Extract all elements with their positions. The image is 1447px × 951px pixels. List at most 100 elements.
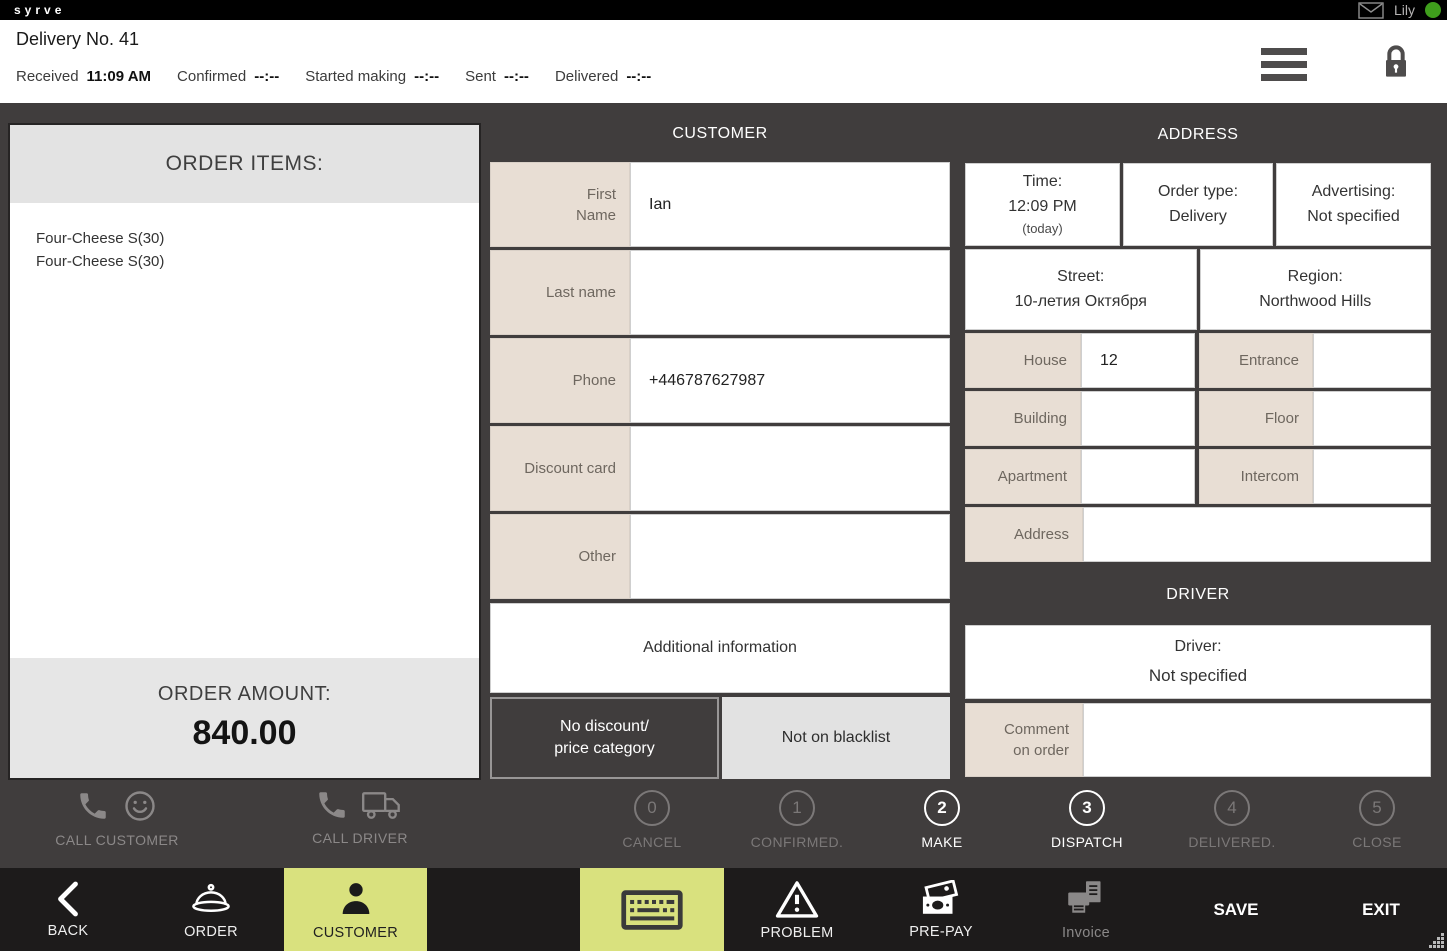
status-label: Received bbox=[16, 68, 79, 85]
problem-button[interactable]: PROBLEM bbox=[737, 868, 857, 951]
exit-label: EXIT bbox=[1362, 900, 1400, 920]
time-note: (today) bbox=[1022, 221, 1062, 236]
last-name-field[interactable] bbox=[630, 250, 950, 335]
step-delivered[interactable]: 4 DELIVERED. bbox=[1162, 790, 1302, 850]
comment-on-order-field[interactable] bbox=[1083, 703, 1431, 777]
cloche-icon bbox=[189, 880, 233, 918]
step-label: MAKE bbox=[921, 834, 962, 850]
street-label: Street: bbox=[1057, 268, 1104, 286]
floor-field[interactable] bbox=[1313, 391, 1431, 446]
last-name-label: Last name bbox=[490, 250, 630, 335]
current-user-label: Lily bbox=[1394, 2, 1415, 18]
order-type-cell[interactable]: Order type: Delivery bbox=[1123, 163, 1273, 246]
customer-panel: CUSTOMER First Name Ian Last name Phone … bbox=[490, 110, 950, 780]
apartment-label: Apartment bbox=[965, 449, 1081, 504]
address-field[interactable] bbox=[1083, 507, 1431, 562]
blacklist-status-button[interactable]: Not on blacklist bbox=[722, 697, 950, 779]
keyboard-button[interactable] bbox=[580, 868, 724, 951]
customer-label: CUSTOMER bbox=[313, 925, 398, 941]
smiley-icon bbox=[122, 788, 158, 824]
first-name-row: First Name Ian bbox=[490, 162, 950, 247]
status-time: --:-- bbox=[504, 68, 529, 85]
region-value: Northwood Hills bbox=[1259, 293, 1371, 311]
keyboard-icon bbox=[621, 889, 683, 931]
order-tab[interactable]: ORDER bbox=[156, 868, 266, 951]
order-item[interactable]: Four-Cheese S(30) bbox=[36, 250, 479, 273]
building-field[interactable] bbox=[1081, 391, 1195, 446]
step-label: CLOSE bbox=[1352, 834, 1401, 850]
online-status-indicator bbox=[1425, 2, 1441, 18]
driver-cell[interactable]: Driver: Not specified bbox=[965, 625, 1431, 699]
discount-category-button[interactable]: No discount/ price category bbox=[490, 697, 719, 779]
house-field[interactable]: 12 bbox=[1081, 333, 1195, 388]
driver-section-title: DRIVER bbox=[965, 562, 1431, 625]
discount-card-row: Discount card bbox=[490, 426, 950, 511]
lock-icon[interactable] bbox=[1380, 44, 1412, 80]
address-panel: ADDRESS Time: 12:09 PM (today) Order typ… bbox=[965, 110, 1431, 780]
resize-grip[interactable] bbox=[1429, 933, 1445, 949]
customer-section-title: CUSTOMER bbox=[490, 110, 950, 162]
entrance-field[interactable] bbox=[1313, 333, 1431, 388]
time-value: 12:09 PM bbox=[1008, 198, 1076, 216]
delivery-order-screen: { "topbar": { "logo": "syrve", "user": "… bbox=[0, 0, 1447, 951]
time-cell[interactable]: Time: 12:09 PM (today) bbox=[965, 163, 1120, 246]
save-button[interactable]: SAVE bbox=[1176, 868, 1296, 951]
mail-icon[interactable] bbox=[1358, 2, 1384, 19]
truck-icon bbox=[361, 788, 405, 822]
street-cell[interactable]: Street: 10-летия Октября bbox=[965, 249, 1197, 330]
step-number: 2 bbox=[924, 790, 960, 826]
step-cancel[interactable]: 0 CANCEL bbox=[582, 790, 722, 850]
order-items-title: ORDER ITEMS: bbox=[10, 125, 479, 203]
advertising-cell[interactable]: Advertising: Not specified bbox=[1276, 163, 1431, 246]
driver-label: Driver: bbox=[1174, 638, 1221, 656]
status-time: 11:09 AM bbox=[87, 68, 151, 85]
exit-button[interactable]: EXIT bbox=[1321, 868, 1441, 951]
intercom-label: Intercom bbox=[1199, 449, 1313, 504]
apartment-field[interactable] bbox=[1081, 449, 1195, 504]
step-make[interactable]: 2 MAKE bbox=[872, 790, 1012, 850]
prepay-button[interactable]: PRE-PAY bbox=[881, 868, 1001, 951]
driver-value: Not specified bbox=[1149, 666, 1247, 686]
step-close[interactable]: 5 CLOSE bbox=[1307, 790, 1447, 850]
other-label: Other bbox=[490, 514, 630, 599]
order-item[interactable]: Four-Cheese S(30) bbox=[36, 227, 479, 250]
call-driver-button[interactable]: CALL DRIVER bbox=[260, 788, 460, 846]
phone-field[interactable]: +446787627987 bbox=[630, 338, 950, 423]
order-amount-label: ORDER AMOUNT: bbox=[158, 683, 331, 706]
prepay-label: PRE-PAY bbox=[909, 924, 973, 940]
menu-icon[interactable] bbox=[1261, 48, 1307, 81]
step-number: 3 bbox=[1069, 790, 1105, 826]
step-number: 0 bbox=[634, 790, 670, 826]
back-button[interactable]: BACK bbox=[18, 868, 118, 951]
invoice-button[interactable]: Invoice bbox=[1026, 868, 1146, 951]
order-type-value: Delivery bbox=[1169, 208, 1227, 226]
order-status-bar: CALL CUSTOMER CALL DRIVER 0 CANCEL 1 CON… bbox=[0, 780, 1447, 868]
status-label: Delivered bbox=[555, 68, 618, 85]
warning-icon bbox=[775, 879, 819, 919]
bottom-navigation-bar: BACK ORDER CUSTOMER bbox=[0, 868, 1447, 951]
region-cell[interactable]: Region: Northwood Hills bbox=[1200, 249, 1432, 330]
floor-label: Floor bbox=[1199, 391, 1313, 446]
order-items-list[interactable]: Four-Cheese S(30) Four-Cheese S(30) bbox=[10, 203, 479, 658]
intercom-field[interactable] bbox=[1313, 449, 1431, 504]
call-customer-button[interactable]: CALL CUSTOMER bbox=[7, 788, 227, 848]
phone-row: Phone +446787627987 bbox=[490, 338, 950, 423]
additional-information-field[interactable]: Additional information bbox=[490, 603, 950, 693]
step-label: CONFIRMED. bbox=[751, 834, 844, 850]
step-dispatch[interactable]: 3 DISPATCH bbox=[1017, 790, 1157, 850]
discount-card-field[interactable] bbox=[630, 426, 950, 511]
customer-tab-active[interactable]: CUSTOMER bbox=[284, 868, 427, 951]
first-name-field[interactable]: Ian bbox=[630, 162, 950, 247]
printer-invoice-icon bbox=[1065, 879, 1107, 919]
app-logo: syrve bbox=[14, 3, 65, 17]
other-field[interactable] bbox=[630, 514, 950, 599]
region-label: Region: bbox=[1288, 268, 1343, 286]
house-label: House bbox=[965, 333, 1081, 388]
step-confirmed[interactable]: 1 CONFIRMED. bbox=[727, 790, 867, 850]
status-label: Sent bbox=[465, 68, 496, 85]
call-customer-label: CALL CUSTOMER bbox=[55, 832, 178, 848]
order-label: ORDER bbox=[184, 924, 238, 940]
back-label: BACK bbox=[48, 923, 89, 939]
order-header: Delivery No. 41 Received11:09 AM Confirm… bbox=[0, 20, 1447, 103]
order-items-panel: ORDER ITEMS: Four-Cheese S(30) Four-Chee… bbox=[8, 123, 481, 780]
